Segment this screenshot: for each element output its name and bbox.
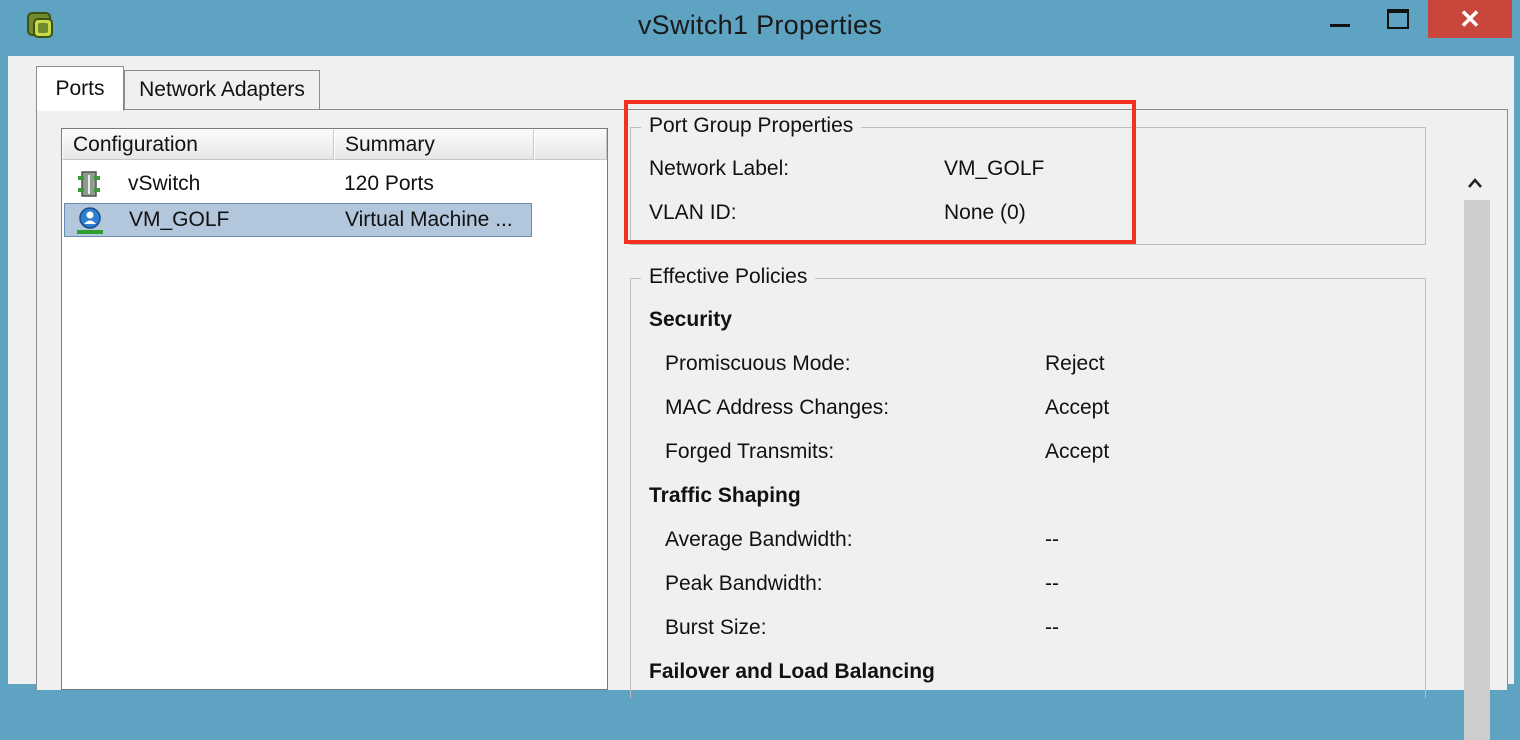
ports-list[interactable]: Configuration Summary vSwitch 120 Ports — [61, 128, 608, 690]
burst-size-value: -- — [1045, 616, 1059, 639]
forged-transmits-caption: Forged Transmits: — [665, 440, 835, 463]
burst-size-caption: Burst Size: — [665, 616, 767, 639]
minimize-button[interactable] — [1310, 0, 1370, 38]
vswitch-icon — [78, 171, 100, 197]
highlight-annotation-box — [624, 100, 1136, 244]
scrollbar-thumb[interactable] — [1464, 200, 1490, 740]
tab-network-adapters-label: Network Adapters — [139, 78, 305, 101]
list-item-summary: Virtual Machine ... — [345, 208, 513, 231]
mac-address-changes-caption: MAC Address Changes: — [665, 396, 890, 419]
title-bar[interactable]: vSwitch1 Properties ✕ — [0, 0, 1520, 56]
promiscuous-mode-value: Reject — [1045, 352, 1105, 375]
list-item-vm-golf[interactable]: VM_GOLF Virtual Machine ... — [64, 203, 532, 237]
chevron-up-icon — [1468, 178, 1482, 188]
peak-bandwidth-caption: Peak Bandwidth: — [665, 572, 823, 595]
scroll-up-button[interactable] — [1460, 170, 1490, 196]
maximize-icon — [1387, 9, 1409, 29]
tab-ports[interactable]: Ports — [36, 66, 124, 111]
effective-policies-groupbox: Effective Policies Security Promiscuous … — [630, 265, 1426, 698]
average-bandwidth-caption: Average Bandwidth: — [665, 528, 853, 551]
column-header-summary[interactable]: Summary — [334, 129, 534, 160]
maximize-button[interactable] — [1368, 0, 1428, 38]
section-heading-security: Security — [649, 308, 732, 331]
peak-bandwidth-value: -- — [1045, 572, 1059, 595]
section-heading-failover-load-balancing: Failover and Load Balancing — [649, 660, 935, 683]
promiscuous-mode-caption: Promiscuous Mode: — [665, 352, 851, 375]
minimize-icon — [1330, 23, 1350, 27]
groupbox-legend: Effective Policies — [641, 265, 816, 289]
close-button[interactable]: ✕ — [1428, 0, 1512, 38]
tab-network-adapters[interactable]: Network Adapters — [124, 70, 320, 109]
column-header-configuration[interactable]: Configuration — [62, 129, 334, 160]
section-heading-traffic-shaping: Traffic Shaping — [649, 484, 801, 507]
vertical-scrollbar[interactable] — [1460, 112, 1490, 740]
column-header-empty[interactable] — [534, 129, 607, 160]
virtual-machine-network-icon — [77, 207, 103, 234]
list-item-name: vSwitch — [128, 172, 201, 195]
forged-transmits-value: Accept — [1045, 440, 1110, 463]
window-title: vSwitch1 Properties — [637, 10, 883, 40]
close-icon: ✕ — [1459, 4, 1481, 34]
ports-list-header: Configuration Summary — [62, 129, 607, 162]
list-item-name: VM_GOLF — [129, 208, 230, 231]
mac-address-changes-value: Accept — [1045, 396, 1110, 419]
tab-ports-label: Ports — [55, 77, 105, 100]
list-item-summary: 120 Ports — [344, 172, 434, 195]
list-item-vswitch[interactable]: vSwitch 120 Ports — [64, 167, 532, 201]
average-bandwidth-value: -- — [1045, 528, 1059, 551]
